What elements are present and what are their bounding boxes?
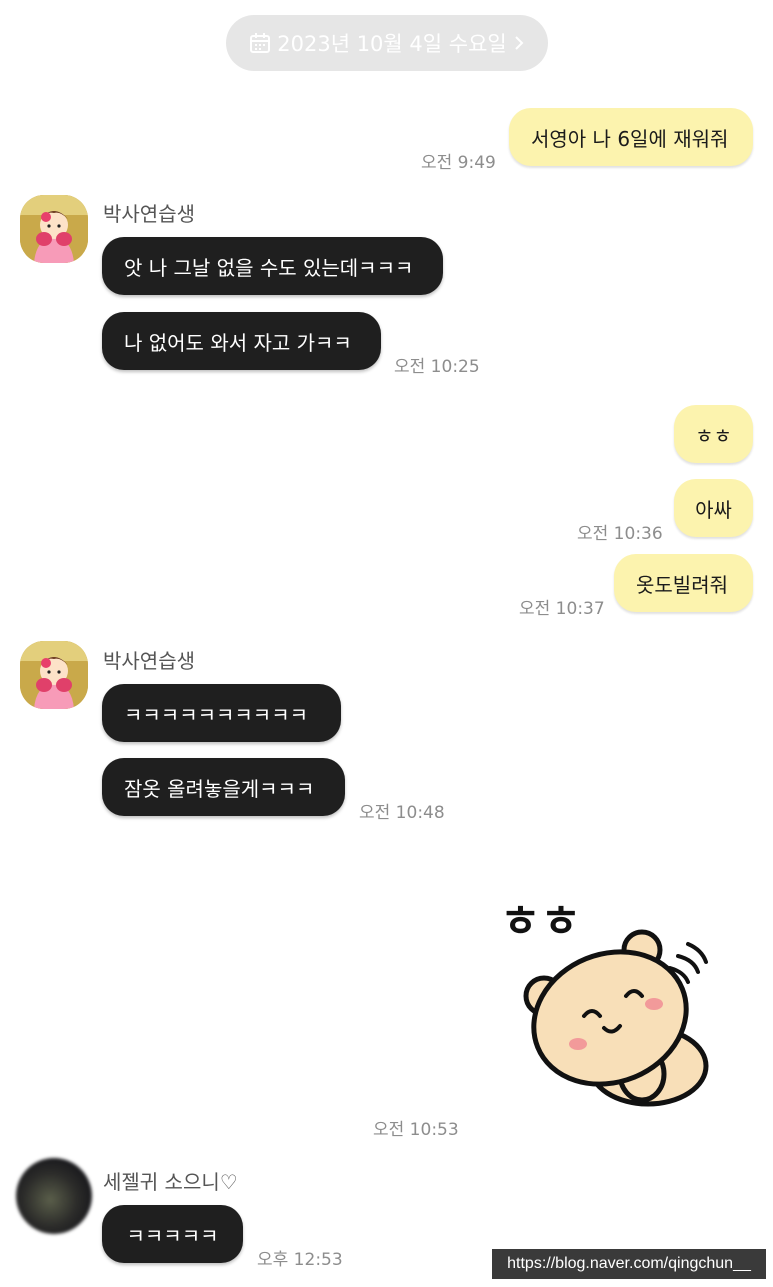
outgoing-message[interactable]: 서영아 나 6일에 재워줘 [509, 108, 753, 166]
avatar-image [20, 195, 88, 263]
message-time: 오후 12:53 [257, 1250, 343, 1270]
bear-sticker[interactable]: ㅎㅎ [492, 878, 732, 1114]
outgoing-message[interactable]: 옷도빌려줘 [614, 554, 753, 612]
sticker-text: ㅎㅎ [500, 896, 581, 947]
outgoing-message[interactable]: ㅎㅎ [674, 405, 753, 463]
chevron-right-icon [515, 36, 524, 50]
date-divider-label: 2023년 10월 4일 수요일 [277, 32, 507, 56]
avatar[interactable] [16, 1158, 92, 1234]
calendar-icon [250, 33, 271, 53]
message-time: 오전 10:36 [577, 524, 663, 544]
incoming-message[interactable]: 잠옷 올려놓을게ㅋㅋㅋ [102, 758, 345, 816]
incoming-message[interactable]: 앗 나 그날 없을 수도 있는데ㅋㅋㅋ [102, 237, 443, 295]
avatar[interactable] [20, 195, 88, 263]
avatar[interactable] [20, 641, 88, 709]
message-time: 오전 9:49 [421, 153, 496, 173]
incoming-message[interactable]: ㅋㅋㅋㅋㅋㅋㅋㅋㅋㅋ [102, 684, 341, 742]
outgoing-message[interactable]: 아싸 [674, 479, 753, 537]
message-time: 오전 10:48 [359, 803, 445, 823]
message-time: 오전 10:53 [373, 1120, 459, 1140]
incoming-message[interactable]: ㅋㅋㅋㅋㅋ [102, 1205, 243, 1263]
incoming-message[interactable]: 나 없어도 와서 자고 가ㅋㅋ [102, 312, 381, 370]
message-time: 오전 10:25 [394, 357, 480, 377]
sender-name: 박사연습생 [103, 649, 195, 673]
sender-name: 세젤귀 소으니♡ [103, 1170, 238, 1194]
blog-watermark: https://blog.naver.com/qingchun__ [492, 1249, 766, 1279]
avatar-image [20, 641, 88, 709]
date-divider[interactable]: 2023년 10월 4일 수요일 [226, 15, 548, 71]
message-time: 오전 10:37 [519, 599, 605, 619]
sender-name: 박사연습생 [103, 202, 195, 226]
